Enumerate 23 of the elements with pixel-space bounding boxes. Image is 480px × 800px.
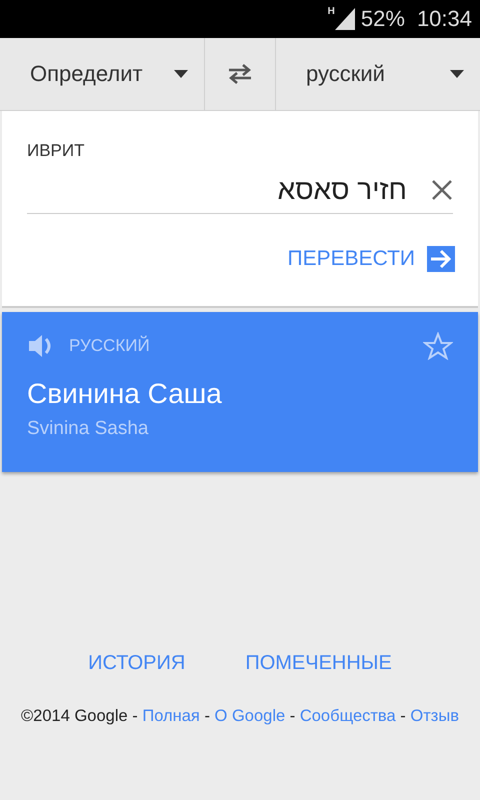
footer-link[interactable]: Сообщества (300, 707, 396, 725)
bottom-link[interactable]: ПОМЕЧЕННЫЕ (245, 652, 392, 675)
swap-languages-button[interactable] (204, 38, 276, 110)
network-type-label: H (328, 6, 335, 17)
footer-link[interactable]: Полная (142, 707, 200, 725)
footer-link[interactable]: О Google (214, 707, 286, 725)
dropdown-caret-icon (450, 70, 464, 78)
translate-button[interactable]: ПЕРЕВЕСТИ (287, 246, 455, 272)
target-language-label: РУССКИЙ (69, 336, 151, 356)
bottom-link[interactable]: ИСТОРИЯ (88, 652, 186, 675)
dropdown-caret-icon (174, 70, 188, 78)
transliteration-text: Svinina Sasha (27, 418, 150, 440)
translation-text: Свинина Саша (27, 378, 223, 410)
signal-icon (334, 8, 355, 30)
clock: 10:34 (416, 6, 472, 32)
battery-percent: 52% (360, 6, 405, 32)
close-icon[interactable] (431, 179, 453, 201)
input-text[interactable]: חזיר סאסא (278, 174, 407, 206)
star-icon[interactable] (423, 332, 453, 360)
footer-link[interactable]: Отзыв (410, 707, 459, 725)
source-language-label: ИВРИТ (27, 141, 86, 161)
footer-text: ©2014 Google - Полная - О Google - Сообщества - Отзыв (20, 707, 460, 726)
swap-arrows-icon (227, 64, 253, 84)
